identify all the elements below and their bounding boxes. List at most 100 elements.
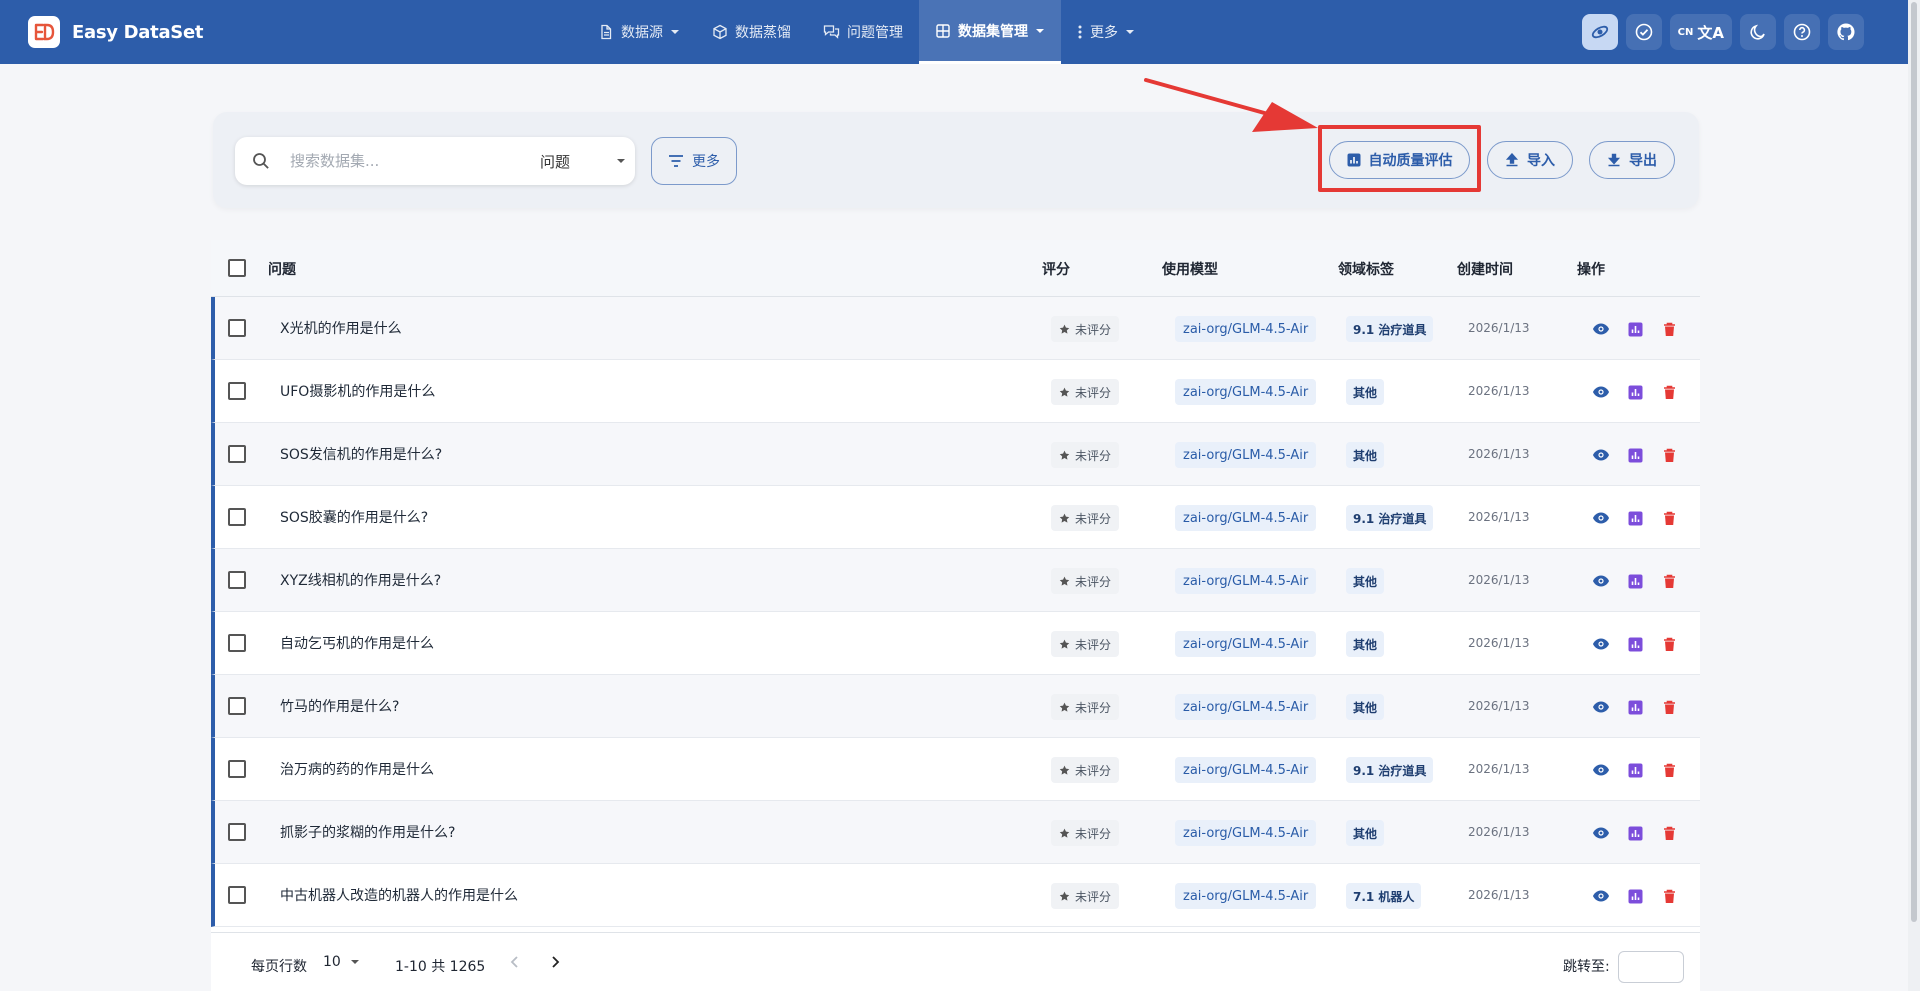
table-row[interactable]: XYZ线相机的作用是什么? 未评分 zai-org/GLM-4.5-Air 其他 202… xyxy=(211,549,1700,612)
question-text[interactable]: SOS发信机的作用是什么? xyxy=(280,444,442,464)
table-row[interactable]: 抓影子的浆糊的作用是什么? 未评分 zai-org/GLM-4.5-Air 其他 202… xyxy=(211,801,1700,864)
table-row[interactable]: SOS胶囊的作用是什么? 未评分 zai-org/GLM-4.5-Air 9.1 治疗… xyxy=(211,486,1700,549)
evaluate-button[interactable] xyxy=(1625,319,1645,339)
eye-icon xyxy=(1593,449,1609,461)
task-status-button[interactable] xyxy=(1625,14,1662,50)
view-button[interactable] xyxy=(1591,508,1611,528)
column-score: 评分 xyxy=(1042,262,1070,278)
view-button[interactable] xyxy=(1591,886,1611,906)
row-checkbox[interactable] xyxy=(228,382,246,400)
eye-icon xyxy=(1593,575,1609,587)
trash-icon xyxy=(1663,826,1675,840)
view-button[interactable] xyxy=(1591,445,1611,465)
question-text[interactable]: SOS胶囊的作用是什么? xyxy=(280,507,428,527)
score-chip: 未评分 xyxy=(1051,505,1120,531)
evaluate-button[interactable] xyxy=(1625,760,1645,780)
table-row[interactable]: 竹马的作用是什么? 未评分 zai-org/GLM-4.5-Air 其他 2026/1/… xyxy=(211,675,1700,738)
delete-button[interactable] xyxy=(1659,886,1679,906)
jump-to-page-input[interactable] xyxy=(1618,951,1684,983)
domain-tag-chip: 其他 xyxy=(1346,442,1385,468)
domain-tag-chip: 7.1 机器人 xyxy=(1346,883,1422,909)
evaluate-button[interactable] xyxy=(1625,571,1645,591)
nav-more[interactable]: 更多 xyxy=(1061,0,1151,64)
delete-button[interactable] xyxy=(1659,508,1679,528)
evaluate-button[interactable] xyxy=(1625,634,1645,654)
github-button[interactable] xyxy=(1828,14,1864,50)
row-checkbox[interactable] xyxy=(228,886,246,904)
next-page-icon[interactable] xyxy=(548,955,562,969)
evaluate-button[interactable] xyxy=(1625,697,1645,717)
question-text[interactable]: 竹马的作用是什么? xyxy=(280,696,399,716)
language-switch-button[interactable]: CN 文A xyxy=(1669,14,1732,50)
search-input[interactable] xyxy=(290,150,490,172)
row-checkbox[interactable] xyxy=(228,760,246,778)
table-row[interactable]: SOS发信机的作用是什么? 未评分 zai-org/GLM-4.5-Air 其他 202… xyxy=(211,423,1700,486)
view-button[interactable] xyxy=(1591,382,1611,402)
delete-button[interactable] xyxy=(1659,571,1679,591)
theme-toggle-button[interactable] xyxy=(1740,14,1776,50)
select-all-checkbox[interactable] xyxy=(228,259,246,277)
prev-page-icon[interactable] xyxy=(508,955,522,969)
model-chip: zai-org/GLM-4.5-Air xyxy=(1175,505,1317,531)
view-button[interactable] xyxy=(1591,634,1611,654)
evaluate-button[interactable] xyxy=(1625,508,1645,528)
rows-per-page-select[interactable]: 10 xyxy=(323,954,360,970)
delete-button[interactable] xyxy=(1659,634,1679,654)
score-chip: 未评分 xyxy=(1051,568,1120,594)
import-button[interactable]: 导入 xyxy=(1487,141,1573,179)
nav-question-management[interactable]: 问题管理 xyxy=(807,0,919,64)
row-checkbox[interactable] xyxy=(228,634,246,652)
score-text: 未评分 xyxy=(1075,322,1112,337)
trash-icon xyxy=(1663,385,1675,399)
score-chip: 未评分 xyxy=(1051,442,1120,468)
question-text[interactable]: 中古机器人改造的机器人的作用是什么 xyxy=(280,885,518,905)
row-checkbox[interactable] xyxy=(228,571,246,589)
view-button[interactable] xyxy=(1591,697,1611,717)
question-text[interactable]: 抓影子的浆糊的作用是什么? xyxy=(280,822,455,842)
more-filters-button[interactable]: 更多 xyxy=(651,137,737,185)
delete-button[interactable] xyxy=(1659,697,1679,717)
table-row[interactable]: 治万病的药的作用是什么 未评分 zai-org/GLM-4.5-Air 9.1 治疗道… xyxy=(211,738,1700,801)
evaluate-button[interactable] xyxy=(1625,382,1645,402)
delete-button[interactable] xyxy=(1659,319,1679,339)
export-button[interactable]: 导出 xyxy=(1589,141,1675,179)
trash-icon xyxy=(1663,322,1675,336)
search-field-select[interactable]: 问题 xyxy=(540,150,626,172)
view-button[interactable] xyxy=(1591,319,1611,339)
view-button[interactable] xyxy=(1591,571,1611,591)
auto-quality-eval-button[interactable]: 自动质量评估 xyxy=(1329,141,1470,179)
nav-data-source[interactable]: 数据源 xyxy=(582,0,696,64)
brand[interactable]: Easy DataSet xyxy=(28,16,203,48)
row-checkbox[interactable] xyxy=(228,445,246,463)
evaluate-button[interactable] xyxy=(1625,886,1645,906)
nav-dataset-management[interactable]: 数据集管理 xyxy=(919,0,1061,64)
model-settings-button[interactable] xyxy=(1581,14,1618,50)
help-button[interactable] xyxy=(1784,14,1820,50)
view-button[interactable] xyxy=(1591,760,1611,780)
model-chip: zai-org/GLM-4.5-Air xyxy=(1175,442,1317,468)
evaluate-button[interactable] xyxy=(1625,823,1645,843)
question-text[interactable]: 自动乞丐机的作用是什么 xyxy=(280,633,434,653)
row-checkbox[interactable] xyxy=(228,319,246,337)
row-checkbox[interactable] xyxy=(228,508,246,526)
table-row[interactable]: X光机的作用是什么 未评分 zai-org/GLM-4.5-Air 9.1 治疗道具 2… xyxy=(211,297,1700,360)
delete-button[interactable] xyxy=(1659,760,1679,780)
delete-button[interactable] xyxy=(1659,382,1679,402)
question-text[interactable]: 治万病的药的作用是什么 xyxy=(280,759,434,779)
table-row[interactable]: 中古机器人改造的机器人的作用是什么 未评分 zai-org/GLM-4.5-Air 7… xyxy=(211,864,1700,927)
view-button[interactable] xyxy=(1591,823,1611,843)
row-checkbox[interactable] xyxy=(228,697,246,715)
row-checkbox[interactable] xyxy=(228,823,246,841)
question-text[interactable]: UFO摄影机的作用是什么 xyxy=(280,381,435,401)
nav-data-distill[interactable]: 数据蒸馏 xyxy=(696,0,807,64)
delete-button[interactable] xyxy=(1659,823,1679,843)
question-text[interactable]: XYZ线相机的作用是什么? xyxy=(280,570,441,590)
evaluate-icon xyxy=(1628,448,1642,462)
question-text[interactable]: X光机的作用是什么 xyxy=(280,318,402,338)
table-row[interactable]: 自动乞丐机的作用是什么 未评分 zai-org/GLM-4.5-Air 其他 2026/… xyxy=(211,612,1700,675)
scrollbar-thumb[interactable] xyxy=(1911,2,1917,922)
delete-button[interactable] xyxy=(1659,445,1679,465)
table-row[interactable]: UFO摄影机的作用是什么 未评分 zai-org/GLM-4.5-Air 其他 2026… xyxy=(211,360,1700,423)
evaluate-button[interactable] xyxy=(1625,445,1645,465)
page-scrollbar[interactable] xyxy=(1908,0,1920,991)
